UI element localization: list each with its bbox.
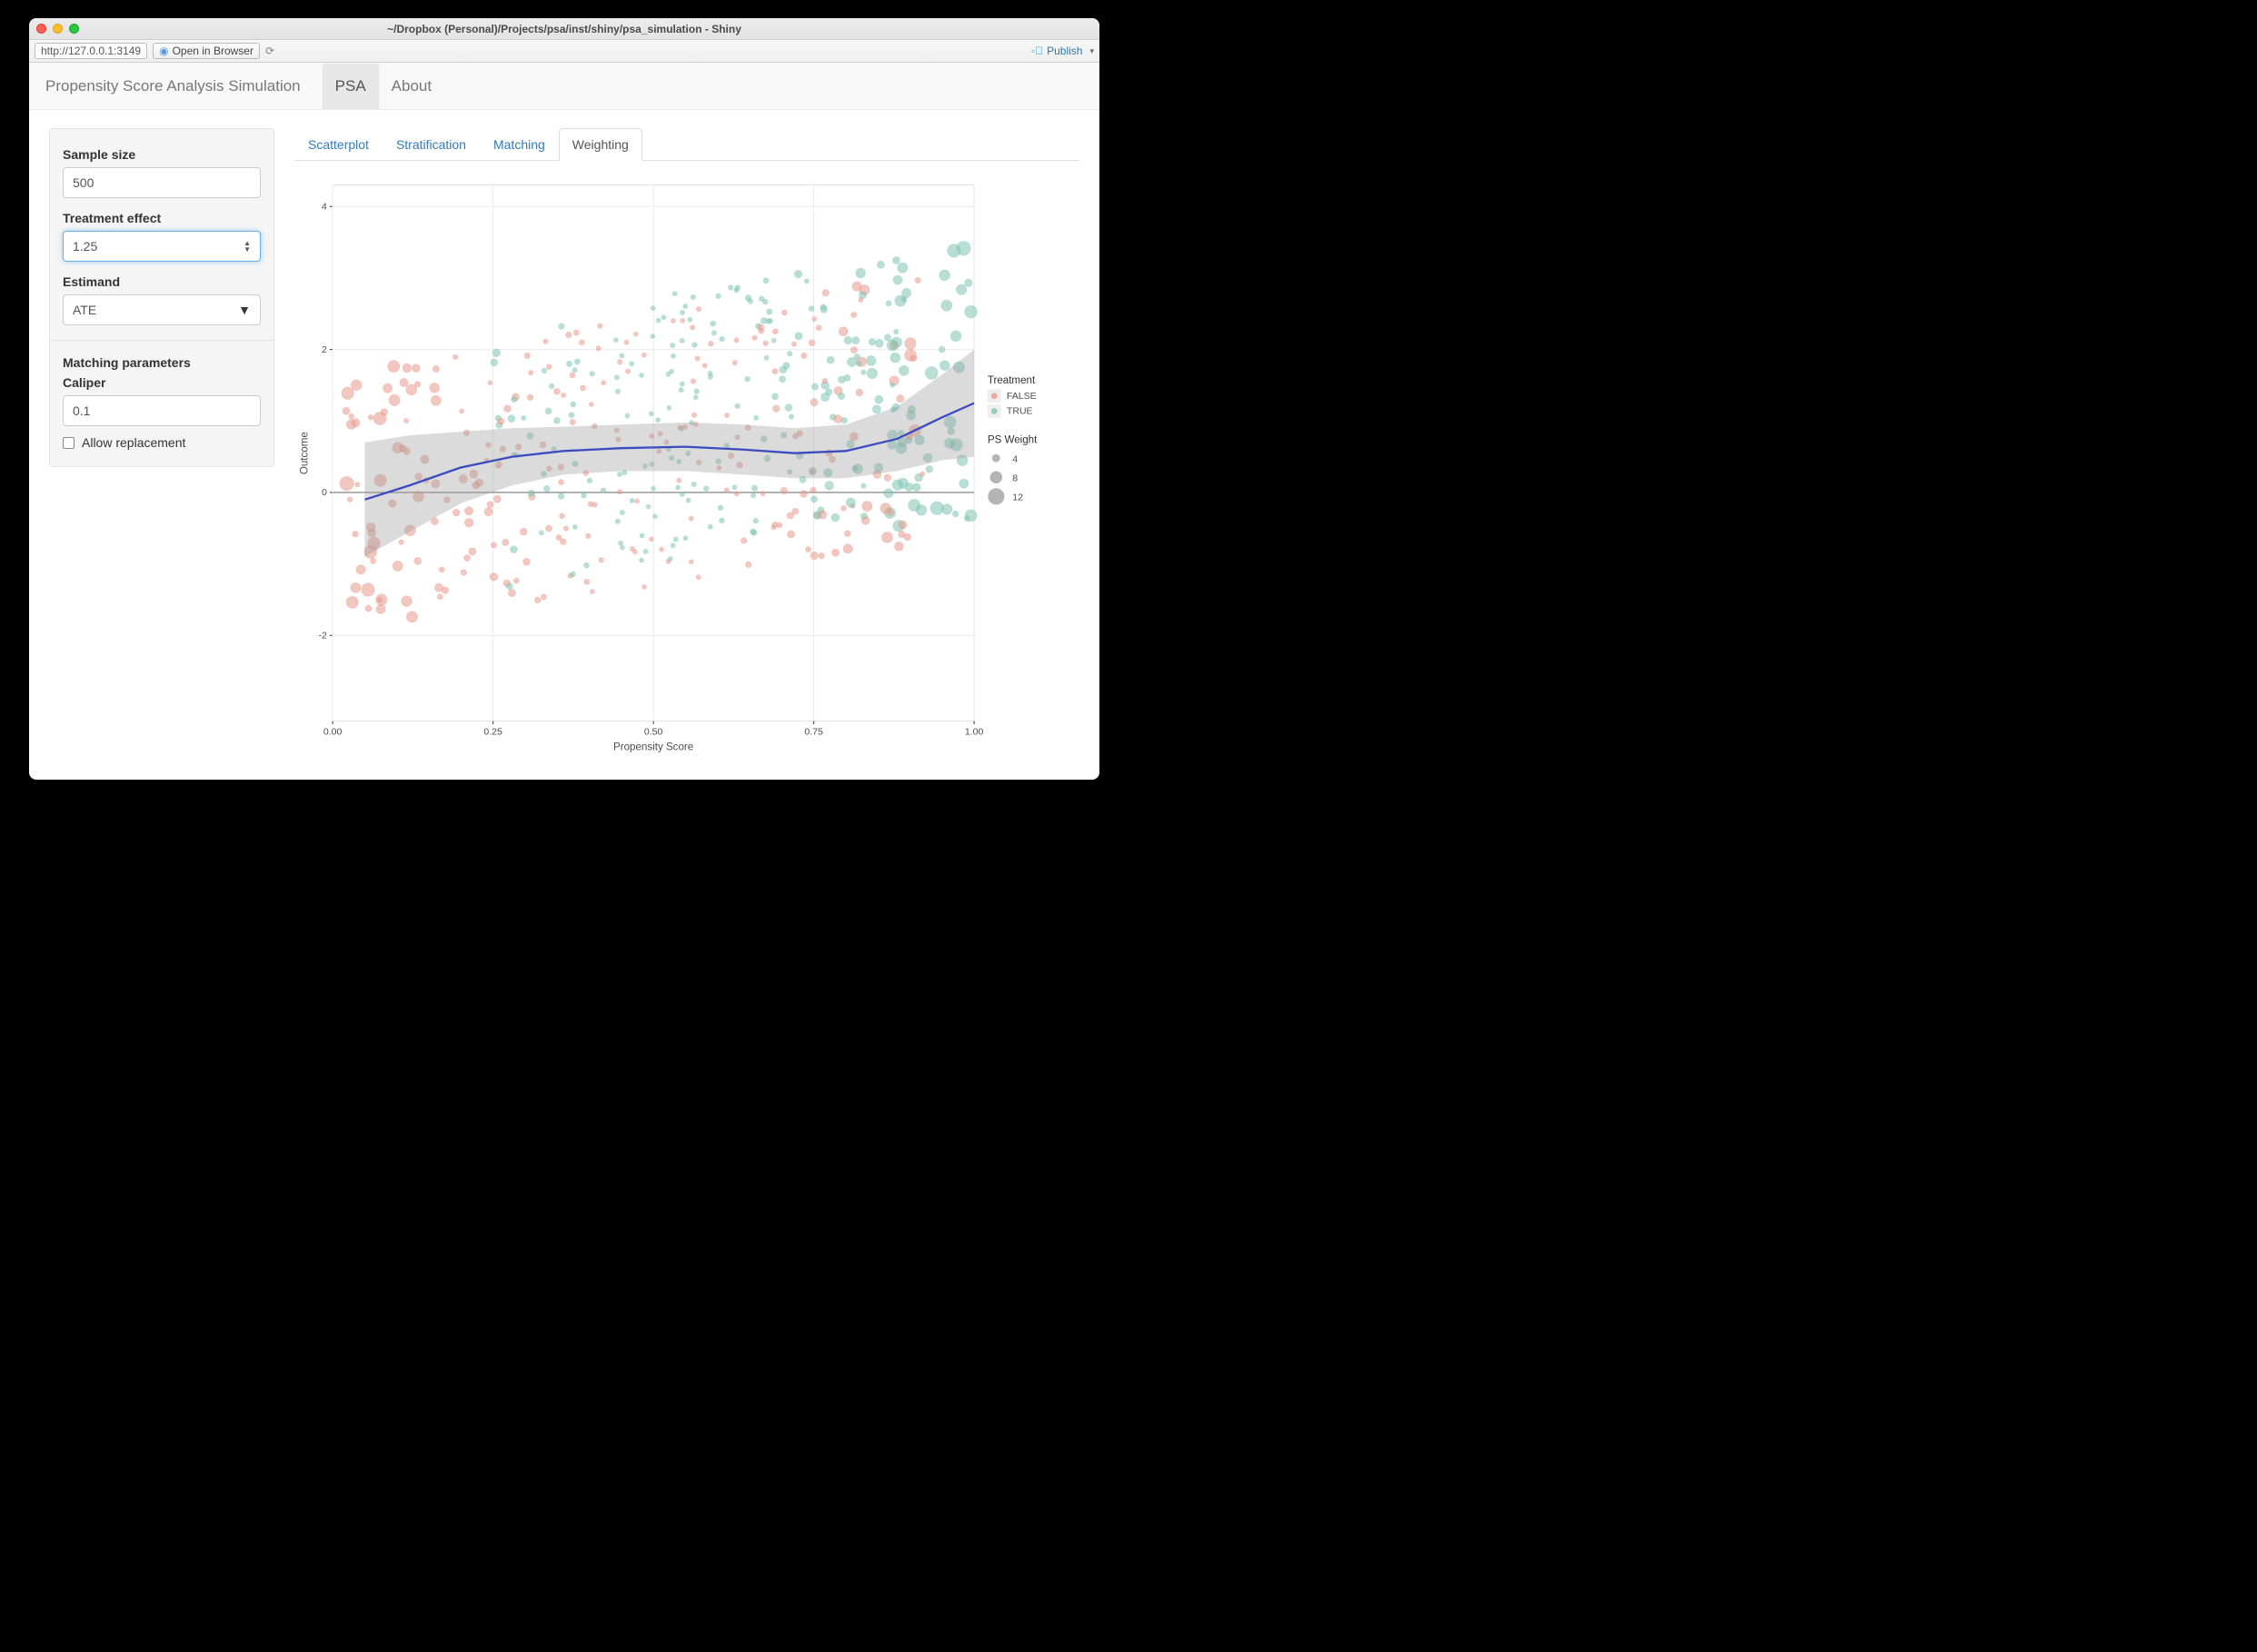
caliper-input[interactable]: 0.1 <box>63 395 261 426</box>
sample-size-label: Sample size <box>63 147 261 162</box>
sample-size-input[interactable]: 500 <box>63 167 261 198</box>
svg-text:2: 2 <box>322 344 327 355</box>
minimize-window-button[interactable] <box>53 24 63 34</box>
number-stepper-icon[interactable]: ▲▼ <box>244 240 251 253</box>
matching-params-label: Matching parameters <box>63 355 261 370</box>
browser-toolbar: http://127.0.0.1:3149 ◉ Open in Browser … <box>29 40 1099 63</box>
svg-text:4: 4 <box>1012 453 1018 464</box>
tab-matching[interactable]: Matching <box>480 128 559 161</box>
navbar: Propensity Score Analysis Simulation PSA… <box>29 63 1099 110</box>
divider <box>50 340 273 341</box>
svg-text:8: 8 <box>1012 473 1018 483</box>
svg-text:Treatment: Treatment <box>988 375 1036 386</box>
nav-item-psa[interactable]: PSA <box>323 64 379 109</box>
svg-text:-2: -2 <box>318 630 327 641</box>
svg-text:4: 4 <box>322 201 327 212</box>
tabset: Scatterplot Stratification Matching Weig… <box>294 128 1079 161</box>
main-panel: Scatterplot Stratification Matching Weig… <box>294 128 1079 769</box>
nav-item-about[interactable]: About <box>379 64 444 109</box>
publish-icon: ◦⃝ <box>1031 45 1043 57</box>
close-window-button[interactable] <box>36 24 46 34</box>
reload-icon[interactable]: ⟳ <box>265 45 274 57</box>
svg-text:FALSE: FALSE <box>1007 391 1037 402</box>
svg-text:1.00: 1.00 <box>965 726 984 737</box>
svg-text:0.75: 0.75 <box>804 726 823 737</box>
svg-text:0.00: 0.00 <box>323 726 343 737</box>
content-area: Sample size 500 Treatment effect 1.25 ▲▼… <box>29 110 1099 780</box>
treatment-effect-label: Treatment effect <box>63 211 261 225</box>
caliper-label: Caliper <box>63 375 261 390</box>
weighting-plot: -2 0 2 4 0.00 0.25 0.50 0.75 1.00 Propensity Scor… <box>294 166 1079 769</box>
allow-replacement-checkbox[interactable]: Allow replacement <box>63 435 261 450</box>
tab-weighting[interactable]: Weighting <box>559 128 642 161</box>
titlebar: ~/Dropbox (Personal)/Projects/psa/inst/s… <box>29 18 1099 40</box>
svg-text:PS Weight: PS Weight <box>988 434 1038 445</box>
svg-text:Propensity Score: Propensity Score <box>613 741 693 752</box>
sidebar-panel: Sample size 500 Treatment effect 1.25 ▲▼… <box>49 128 274 467</box>
globe-icon: ◉ <box>159 45 168 57</box>
window-title: ~/Dropbox (Personal)/Projects/psa/inst/s… <box>29 23 1099 35</box>
estimand-select[interactable]: ATE ▼ <box>63 294 261 325</box>
svg-text:0.50: 0.50 <box>644 726 663 737</box>
tab-stratification[interactable]: Stratification <box>383 128 480 161</box>
svg-text:TRUE: TRUE <box>1007 406 1033 417</box>
svg-text:0.25: 0.25 <box>483 726 502 737</box>
plot-output: -2 0 2 4 0.00 0.25 0.50 0.75 1.00 Propensity Scor… <box>294 161 1079 769</box>
window-controls <box>36 24 79 34</box>
svg-text:12: 12 <box>1012 493 1023 503</box>
checkbox-icon <box>63 437 75 449</box>
app-brand: Propensity Score Analysis Simulation <box>45 77 301 95</box>
treatment-effect-input[interactable]: 1.25 ▲▼ <box>63 231 261 262</box>
tab-scatterplot[interactable]: Scatterplot <box>294 128 383 161</box>
chevron-down-icon: ▼ <box>238 303 251 317</box>
svg-text:0: 0 <box>322 487 327 498</box>
address-field[interactable]: http://127.0.0.1:3149 <box>35 43 147 59</box>
svg-text:Outcome: Outcome <box>300 432 311 474</box>
chevron-down-icon: ▾ <box>1089 46 1094 56</box>
zoom-window-button[interactable] <box>69 24 79 34</box>
open-in-browser-button[interactable]: ◉ Open in Browser <box>153 43 260 59</box>
publish-button[interactable]: ◦⃝ Publish ▾ <box>1031 45 1094 57</box>
estimand-label: Estimand <box>63 274 261 289</box>
app-window: ~/Dropbox (Personal)/Projects/psa/inst/s… <box>29 18 1099 780</box>
